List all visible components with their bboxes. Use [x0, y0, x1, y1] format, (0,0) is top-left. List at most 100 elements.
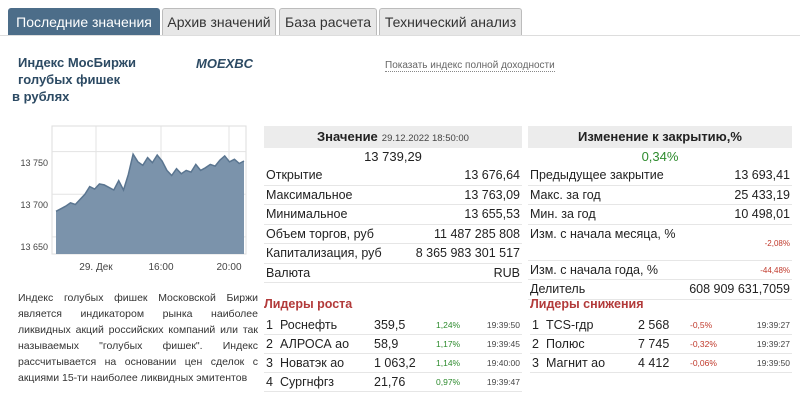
trade-time: 19:39:50 [756, 358, 790, 368]
stat-label: Капитализация, руб [266, 246, 382, 260]
stat-value: 11 487 285 808 [434, 226, 520, 241]
rank: 2 [532, 337, 539, 351]
value-header-label: Значение [317, 129, 378, 144]
table-row[interactable]: 3 Новатэк ао 1 063,2 1,14% 19:40:00 [264, 354, 522, 373]
tab-last-values[interactable]: Последние значения [8, 8, 160, 36]
index-chart: 13 750 13 700 13 650 29. Дек 16:00 20:00 [20, 125, 247, 273]
price: 58,9 [374, 337, 399, 351]
ticker-name[interactable]: TCS-гдр [546, 316, 593, 335]
change-pct: -0,06% [690, 358, 717, 368]
rank: 1 [266, 318, 273, 332]
gainers-table: Лидеры роста 1 Роснефть 359,5 1,24% 19:3… [264, 292, 522, 392]
value-panel: Значение 29.12.2022 18:50:00 13 739,29 От… [264, 126, 522, 283]
stat-label: Предыдущее закрытие [530, 168, 664, 182]
stat-label: Изм. с начала месяца, % [530, 226, 676, 241]
index-title-line: Индекс МосБиржи [18, 55, 136, 70]
change-pct: 1,17% [436, 339, 461, 349]
current-value: 13 739,29 [364, 149, 422, 164]
losers-title: Лидеры снижения [530, 297, 644, 311]
ticker-name[interactable]: Новатэк ао [280, 354, 344, 373]
trade-time: 19:40:00 [486, 358, 520, 368]
stat-label: Макс. за год [530, 187, 601, 202]
price: 359,5 [374, 318, 406, 332]
stat-row: Предыдущее закрытие 13 693,41 [528, 166, 792, 186]
rank: 3 [266, 356, 273, 370]
x-tick-label: 16:00 [148, 262, 173, 273]
stat-value: 8 365 983 301 517 [415, 246, 520, 260]
table-row[interactable]: 2 АЛРОСА ао 58,9 1,17% 19:39:45 [264, 335, 522, 354]
table-row[interactable]: 1 Роснефть 359,5 1,24% 19:39:50 [264, 316, 522, 335]
total-return-link[interactable]: Показать индекс полной доходности [385, 60, 555, 72]
table-row[interactable]: 2 Полюс 7 745 -0,32% 19:39:27 [530, 335, 792, 354]
ticker-name[interactable]: Магнит ао [546, 354, 605, 373]
x-tick-label: 29. Дек [79, 262, 113, 273]
price: 1 063,2 [374, 356, 416, 370]
stat-row: Открытие 13 676,64 [264, 166, 522, 186]
rank: 3 [532, 356, 539, 370]
price: 7 745 [638, 337, 670, 351]
trade-time: 19:39:50 [486, 320, 520, 330]
price: 21,76 [374, 375, 406, 389]
tab-divider [0, 35, 800, 36]
y-tick-label: 13 650 [20, 242, 48, 252]
stat-row: Максимальное 13 763,09 [264, 186, 522, 205]
trade-time: 19:39:45 [486, 339, 520, 349]
stat-label: Валюта [266, 265, 311, 280]
stat-label: Максимальное [266, 187, 353, 202]
index-title: Индекс МосБиржи голубых фишек в рублях [10, 54, 160, 105]
change-pct: -0,32% [690, 339, 717, 349]
tab-calc-base[interactable]: База расчета [279, 8, 377, 36]
y-tick-label: 13 750 [20, 158, 48, 168]
stat-row: Минимальное 13 655,53 [264, 205, 522, 225]
losers-table: Лидеры снижения 1 TCS-гдр 2 568 -0,5% 19… [530, 292, 792, 373]
price: 2 568 [638, 318, 670, 332]
value-header: Значение 29.12.2022 18:50:00 [264, 126, 522, 148]
stat-row-month: Изм. с начала месяца, % -2,08% [528, 225, 792, 261]
change-pct: -0,5% [690, 320, 713, 330]
tab-bar: Последние значения Архив значений База р… [0, 0, 800, 36]
stat-label: Открытие [266, 168, 323, 182]
stat-value: 25 433,19 [734, 187, 790, 202]
stat-value: 13 693,41 [734, 168, 790, 182]
stat-label: Объем торгов, руб [266, 226, 374, 241]
stat-row-year: Изм. с начала года, % -44,48% [528, 261, 792, 280]
ticker-name[interactable]: Роснефть [280, 316, 337, 335]
index-description: Индекс голубых фишек Московской Биржи яв… [18, 292, 258, 384]
stat-row: Макс. за год 25 433,19 [528, 186, 792, 205]
tab-tech-analysis[interactable]: Технический анализ [379, 8, 522, 36]
ticker-name[interactable]: Полюс [546, 335, 585, 354]
stat-label: Минимальное [266, 207, 348, 221]
tab-archive[interactable]: Архив значений [162, 8, 276, 36]
stat-value: 13 763,09 [464, 187, 520, 202]
stat-row: Капитализация, руб 8 365 983 301 517 [264, 244, 522, 264]
trade-time: 19:39:27 [756, 320, 790, 330]
stat-value: -2,08% [764, 238, 790, 248]
change-value: 0,34% [641, 149, 679, 164]
stat-value: 13 655,53 [464, 207, 520, 221]
stat-row: Мин. за год 10 498,01 [528, 205, 792, 225]
index-title-line: голубых фишек [18, 72, 121, 87]
index-title-line: в рублях [12, 89, 70, 104]
value-datetime: 29.12.2022 18:50:00 [381, 133, 469, 144]
stat-value: 10 498,01 [734, 207, 790, 221]
change-pct: 1,24% [436, 320, 461, 330]
stat-row: Валюта RUB [264, 264, 522, 283]
rank: 1 [532, 318, 539, 332]
table-row[interactable]: 3 Магнит ао 4 412 -0,06% 19:39:50 [530, 354, 792, 373]
trade-time: 19:39:47 [486, 377, 520, 387]
change-panel: Изменение к закрытию,% 0,34% Предыдущее … [528, 126, 792, 300]
rank: 2 [266, 337, 273, 351]
stat-label: Изм. с начала года, % [530, 262, 659, 277]
stat-value: -44,48% [760, 265, 790, 275]
price: 4 412 [638, 356, 670, 370]
change-pct: 0,97% [436, 377, 461, 387]
stat-label: Мин. за год [530, 207, 596, 221]
y-tick-label: 13 700 [20, 200, 48, 210]
table-row[interactable]: 1 TCS-гдр 2 568 -0,5% 19:39:27 [530, 316, 792, 335]
change-pct: 1,14% [436, 358, 461, 368]
x-tick-label: 20:00 [216, 262, 241, 273]
ticker-name[interactable]: АЛРОСА ао [280, 335, 349, 354]
table-row[interactable]: 4 Сургнфгз 21,76 0,97% 19:39:47 [264, 373, 522, 392]
trade-time: 19:39:27 [756, 339, 790, 349]
ticker-name[interactable]: Сургнфгз [280, 373, 334, 392]
